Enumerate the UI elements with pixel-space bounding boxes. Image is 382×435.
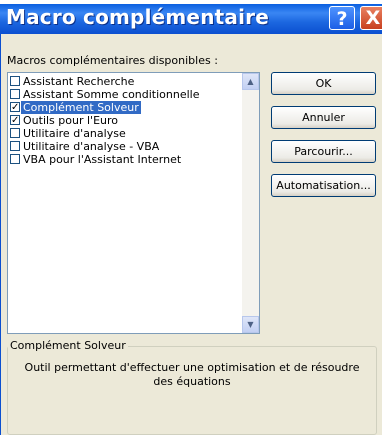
addin-list-item[interactable]: ✓ Outils pour l'Euro xyxy=(8,114,241,127)
addin-list-item[interactable]: Assistant Recherche xyxy=(8,75,241,88)
window-title: Macro complémentaire xyxy=(6,5,269,29)
scroll-down-icon[interactable]: ▼ xyxy=(242,316,259,333)
vertical-scrollbar[interactable]: ▲ ▼ xyxy=(241,73,259,333)
checkbox-checked-icon[interactable]: ✓ xyxy=(10,115,20,126)
scroll-up-icon[interactable]: ▲ xyxy=(242,73,259,90)
addin-label: Complément Solveur xyxy=(21,101,141,114)
addin-list-item[interactable]: VBA pour l'Assistant Internet xyxy=(8,153,241,166)
checkbox-icon[interactable] xyxy=(10,141,20,151)
addin-label: Outils pour l'Euro xyxy=(23,114,118,127)
question-mark-icon: ? xyxy=(336,8,348,30)
description-title: Complément Solveur xyxy=(8,339,128,352)
cancel-button[interactable]: Annuler xyxy=(271,106,376,129)
checkbox-icon[interactable] xyxy=(10,128,20,138)
addins-list-caption: Macros complémentaires disponibles : xyxy=(7,54,218,67)
description-groupbox: Complément Solveur Outil permettant d'ef… xyxy=(7,339,377,435)
help-button[interactable]: ? xyxy=(329,6,355,30)
addins-items: Assistant Recherche Assistant Somme condi… xyxy=(8,75,241,166)
ok-button[interactable]: OK xyxy=(271,72,376,95)
checkbox-icon[interactable] xyxy=(10,76,20,86)
addins-listbox[interactable]: Assistant Recherche Assistant Somme condi… xyxy=(7,72,260,334)
checkbox-checked-icon[interactable]: ✓ xyxy=(10,102,20,113)
addin-list-item[interactable]: ✓ Complément Solveur xyxy=(8,101,241,114)
addin-label: Assistant Somme conditionnelle xyxy=(23,88,200,101)
addin-label: Utilitaire d'analyse xyxy=(23,127,126,140)
close-button[interactable]: X xyxy=(360,6,382,30)
close-icon: X xyxy=(365,7,381,29)
checkbox-icon[interactable] xyxy=(10,89,20,99)
addin-label: VBA pour l'Assistant Internet xyxy=(23,153,182,166)
addin-list-item[interactable]: Assistant Somme conditionnelle xyxy=(8,88,241,101)
checkbox-icon[interactable] xyxy=(10,154,20,164)
addin-label: Assistant Recherche xyxy=(23,75,135,88)
title-bar[interactable]: Macro complémentaire ? X xyxy=(0,4,382,34)
description-text: Outil permettant d'effectuer une optimis… xyxy=(24,361,360,388)
browse-button[interactable]: Parcourir... xyxy=(271,140,376,163)
automation-button[interactable]: Automatisation... xyxy=(271,174,376,197)
addin-list-item[interactable]: Utilitaire d'analyse xyxy=(8,127,241,140)
addin-list-item[interactable]: Utilitaire d'analyse - VBA xyxy=(8,140,241,153)
addin-label: Utilitaire d'analyse - VBA xyxy=(23,140,160,153)
dialog-body: Macros complémentaires disponibles : Ass… xyxy=(0,34,382,435)
